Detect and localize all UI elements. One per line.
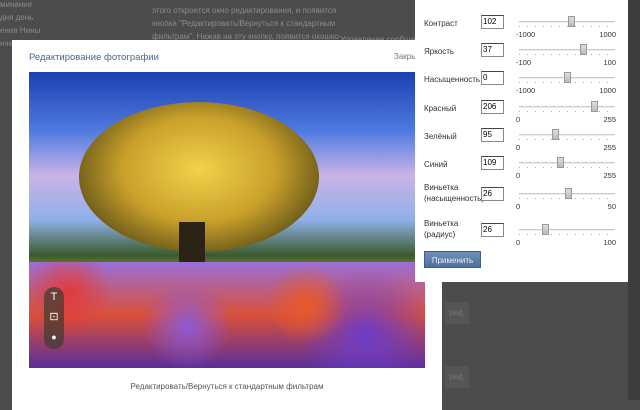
slider-track[interactable] [519, 157, 615, 169]
photo-preview: T ⊡ ● [29, 72, 425, 368]
slider-thumb[interactable] [568, 16, 576, 27]
photo-edit-modal: Редактирование фотографии Закрыть T ⊡ ● … [12, 40, 442, 410]
slider-max-label: 255 [603, 171, 616, 180]
slider-thumb[interactable] [552, 129, 560, 140]
slider-value-input[interactable]: 102 [481, 15, 504, 29]
slider-line [519, 49, 615, 51]
tree-trunk [179, 222, 205, 267]
flower-field [29, 262, 425, 368]
slider-ticks [519, 234, 615, 235]
slider-thumb[interactable] [542, 224, 550, 235]
slider-min-label: 0 [516, 202, 521, 211]
bg-text: ения Нины [0, 26, 40, 35]
slider-max-label: 100 [603, 58, 616, 67]
filter-settings-panel: Применить Контраст 102 -1000 1000 Яркость 37-… [415, 0, 628, 282]
slider-label: Виньетка (радиус) [424, 219, 459, 239]
slider-thumb[interactable] [557, 157, 565, 168]
slider-min-label: -1000 [516, 86, 536, 95]
filter-drop-icon[interactable]: ● [44, 327, 64, 347]
slider-max-label: 100 [603, 238, 616, 247]
slider-line [519, 134, 615, 136]
slider-max-label: 1000 [599, 30, 616, 39]
slider-value-input[interactable]: 206 [481, 100, 504, 114]
slider-ticks [519, 111, 615, 112]
slider-min-label: 0 [516, 238, 521, 247]
slider-label: Красный [424, 104, 457, 113]
slider-track[interactable] [519, 44, 615, 56]
apply-button[interactable]: Применить [424, 251, 481, 268]
slider-ticks [519, 139, 615, 140]
background-article: этого откроется окно редактирования, и п… [152, 0, 339, 43]
text-icon[interactable]: T [44, 287, 64, 307]
slider-thumb[interactable] [590, 101, 598, 112]
slider-value-input[interactable]: 95 [481, 128, 504, 142]
bg-text: дня день [0, 13, 34, 22]
slider-label: Насыщенность [424, 75, 481, 84]
slider-label: Синий [424, 160, 448, 169]
slider-track[interactable] [519, 224, 615, 236]
modal-title: Редактирование фотографии [29, 52, 159, 63]
slider-line [519, 106, 615, 108]
slider-ticks [519, 26, 615, 27]
slider-max-label: 255 [603, 115, 616, 124]
slider-ticks [519, 54, 615, 55]
slider-min-label: -1000 [516, 30, 536, 39]
slider-label: Виньетка (насыщенность) [424, 183, 485, 203]
slider-label: Яркость [424, 47, 455, 56]
slider-min-label: -100 [516, 58, 532, 67]
edit-filters-link[interactable]: Редактировать/Вернуться к стандартным фи… [12, 382, 442, 391]
slider-max-label: 50 [607, 202, 616, 211]
slider-value-input[interactable]: 109 [481, 156, 504, 170]
slider-value-input[interactable]: 0 [481, 71, 504, 85]
slider-label: Контраст [424, 19, 458, 28]
slider-line [519, 162, 615, 164]
background-edit-button: ред. [445, 366, 469, 388]
bg-text: этого откроется окно редактирования, и п… [152, 6, 337, 15]
slider-track[interactable] [519, 129, 615, 141]
slider-track[interactable] [519, 188, 615, 200]
slider-min-label: 0 [516, 115, 521, 124]
slider-track[interactable] [519, 16, 615, 28]
crop-icon[interactable]: ⊡ [44, 307, 64, 327]
slider-thumb[interactable] [563, 72, 571, 83]
bg-text: минание [0, 0, 33, 9]
slider-thumb[interactable] [579, 44, 587, 55]
photo-toolbar: T ⊡ ● [44, 287, 64, 349]
slider-value-input[interactable]: 26 [481, 187, 504, 201]
slider-max-label: 255 [603, 143, 616, 152]
slider-track[interactable] [519, 101, 615, 113]
slider-thumb[interactable] [565, 188, 573, 199]
slider-line [519, 21, 615, 23]
slider-label: Зелёный [424, 132, 457, 141]
slider-min-label: 0 [516, 143, 521, 152]
slider-ticks [519, 167, 615, 168]
slider-value-input[interactable]: 37 [481, 43, 504, 57]
slider-line [519, 229, 615, 231]
bg-text: кнопка "Редактировать/Вернуться к станда… [152, 19, 336, 28]
slider-min-label: 0 [516, 171, 521, 180]
slider-track[interactable] [519, 72, 615, 84]
slider-value-input[interactable]: 26 [481, 223, 504, 237]
background-edit-button: ред. [445, 302, 469, 324]
dark-edge [628, 0, 640, 400]
slider-max-label: 1000 [599, 86, 616, 95]
